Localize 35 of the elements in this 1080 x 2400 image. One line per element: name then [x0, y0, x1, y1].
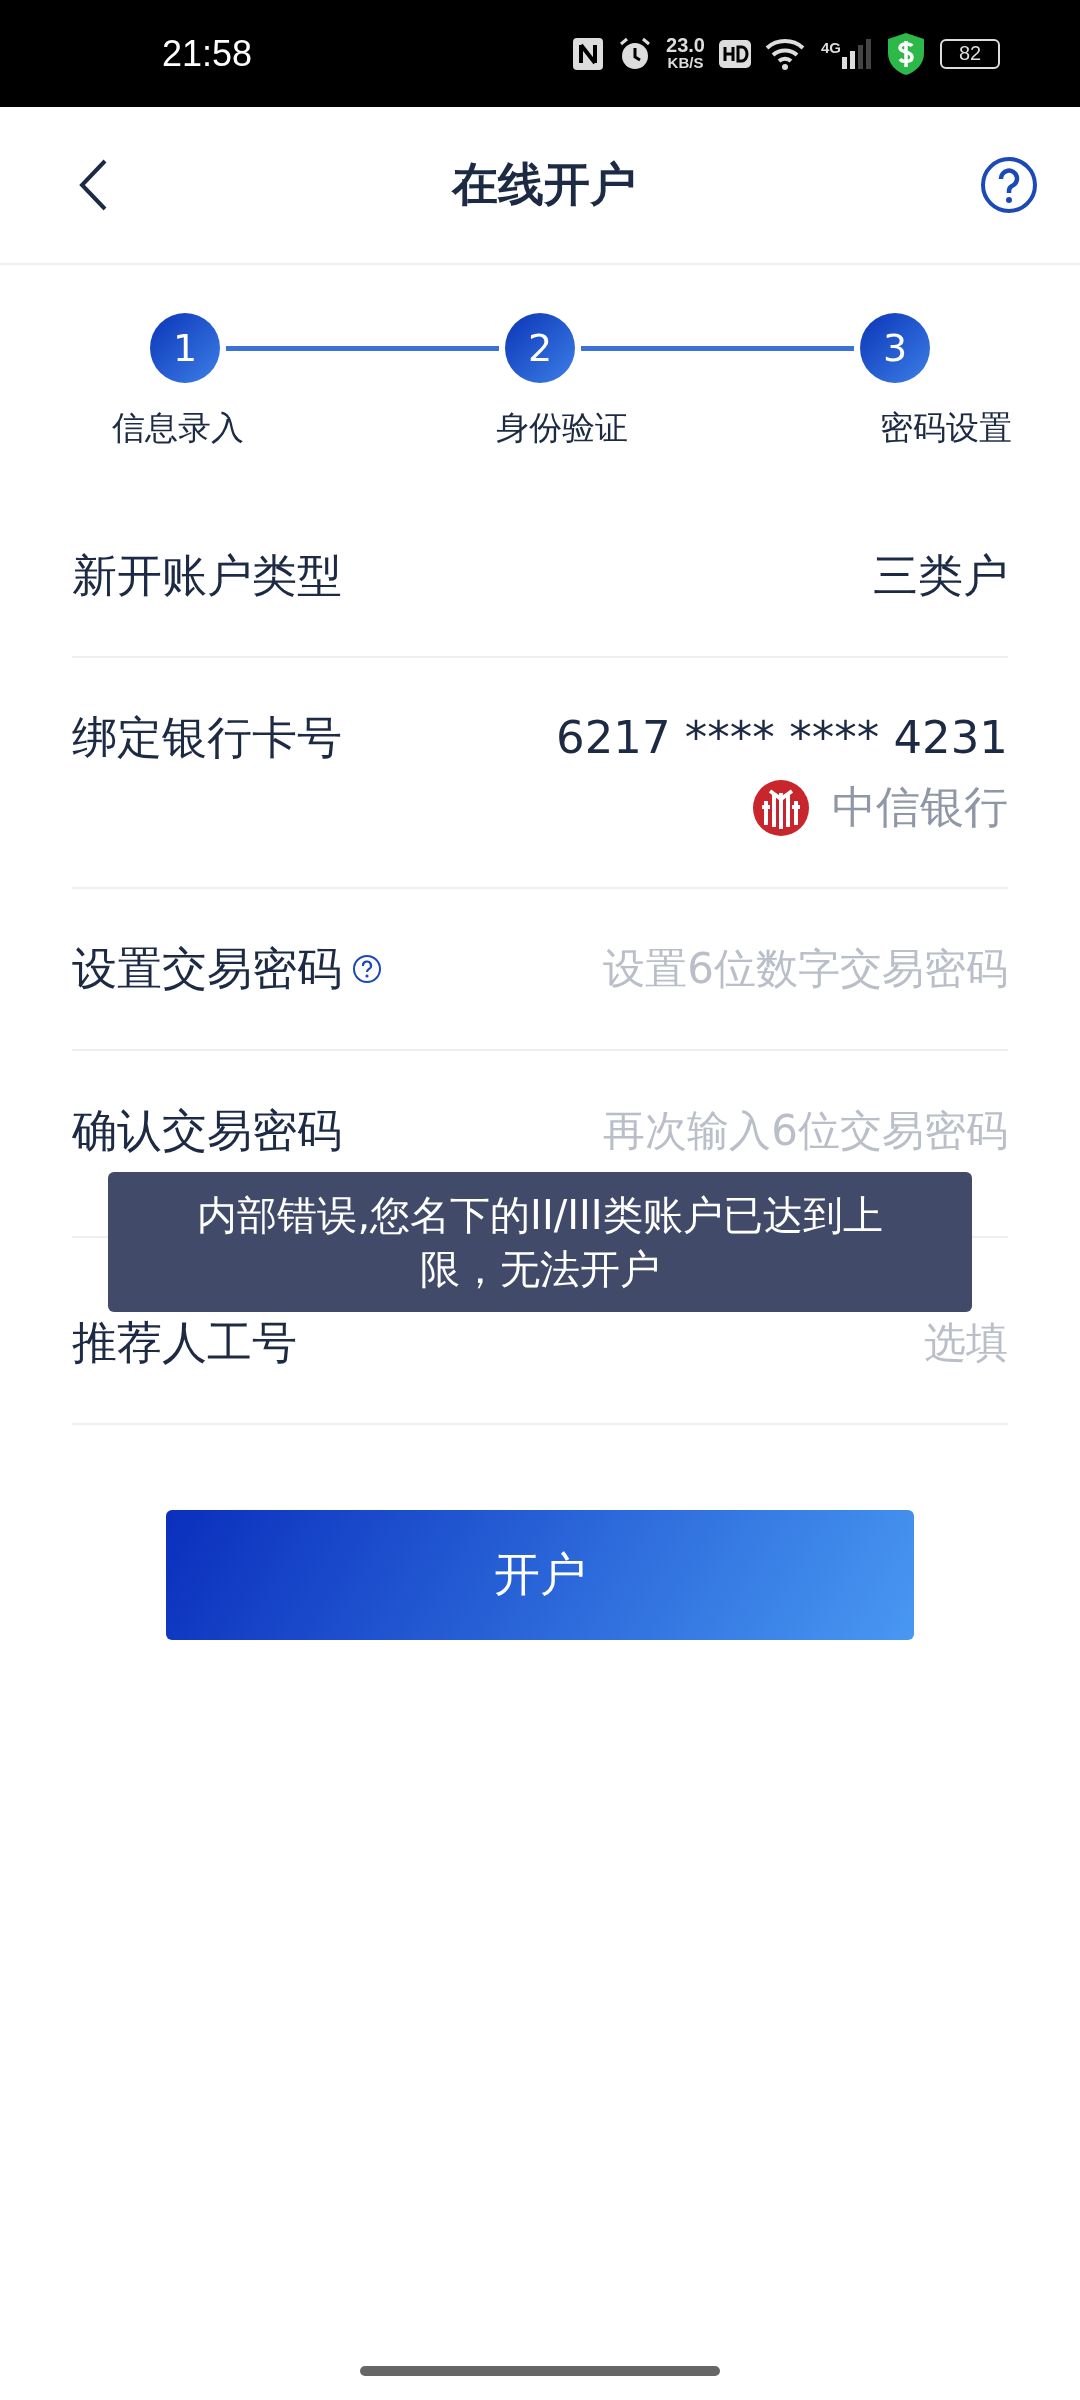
bank-logo-icon — [752, 778, 810, 837]
step-number: 1 — [150, 313, 220, 383]
step-label: 身份验证 — [496, 407, 628, 449]
input-field[interactable]: 再次输入6位交易密码 — [528, 1101, 1008, 1161]
speed-value: 23.0 — [666, 35, 705, 54]
help-icon[interactable] — [352, 954, 382, 984]
nfc-icon — [572, 36, 605, 71]
field-label: 新开账户类型 — [72, 548, 342, 604]
step-number: 2 — [505, 313, 575, 383]
shield-icon — [886, 31, 926, 76]
step-label: 密码设置 — [880, 407, 1012, 449]
alarm-icon — [618, 36, 653, 71]
back-icon[interactable] — [78, 159, 108, 211]
status-time: 21:58 — [162, 32, 253, 75]
field-label: 推荐人工号 — [72, 1315, 297, 1371]
battery-level: 82 — [958, 42, 982, 65]
hd-icon — [719, 39, 751, 68]
account-type: 三类户 — [873, 548, 1008, 604]
input-field[interactable]: 设置6位数字交易密码 — [528, 939, 1008, 999]
step-number: 3 — [860, 313, 930, 383]
step-label: 信息录入 — [112, 407, 244, 449]
page-title: 在线开户 — [452, 156, 636, 213]
open-account-button[interactable]: 开户 — [166, 1510, 914, 1640]
card-number: 6217 **** **** 4231 — [556, 710, 1008, 766]
field-label: 设置交易密码 — [72, 941, 342, 997]
network-type: 4G — [821, 38, 841, 56]
field-label: 绑定银行卡号 — [72, 710, 342, 766]
bank-name: 中信银行 — [832, 780, 1008, 834]
field-label: 确认交易密码 — [72, 1103, 342, 1159]
signal-icon — [842, 38, 872, 69]
speed-unit: KB/S — [667, 53, 704, 72]
help-icon[interactable] — [980, 156, 1038, 214]
input-field[interactable]: 选填 — [528, 1313, 1008, 1373]
wifi-icon — [765, 36, 807, 71]
toast-message: 内部错误,您名下的II/III类账户已达到上限，无法开户 — [196, 1191, 884, 1294]
